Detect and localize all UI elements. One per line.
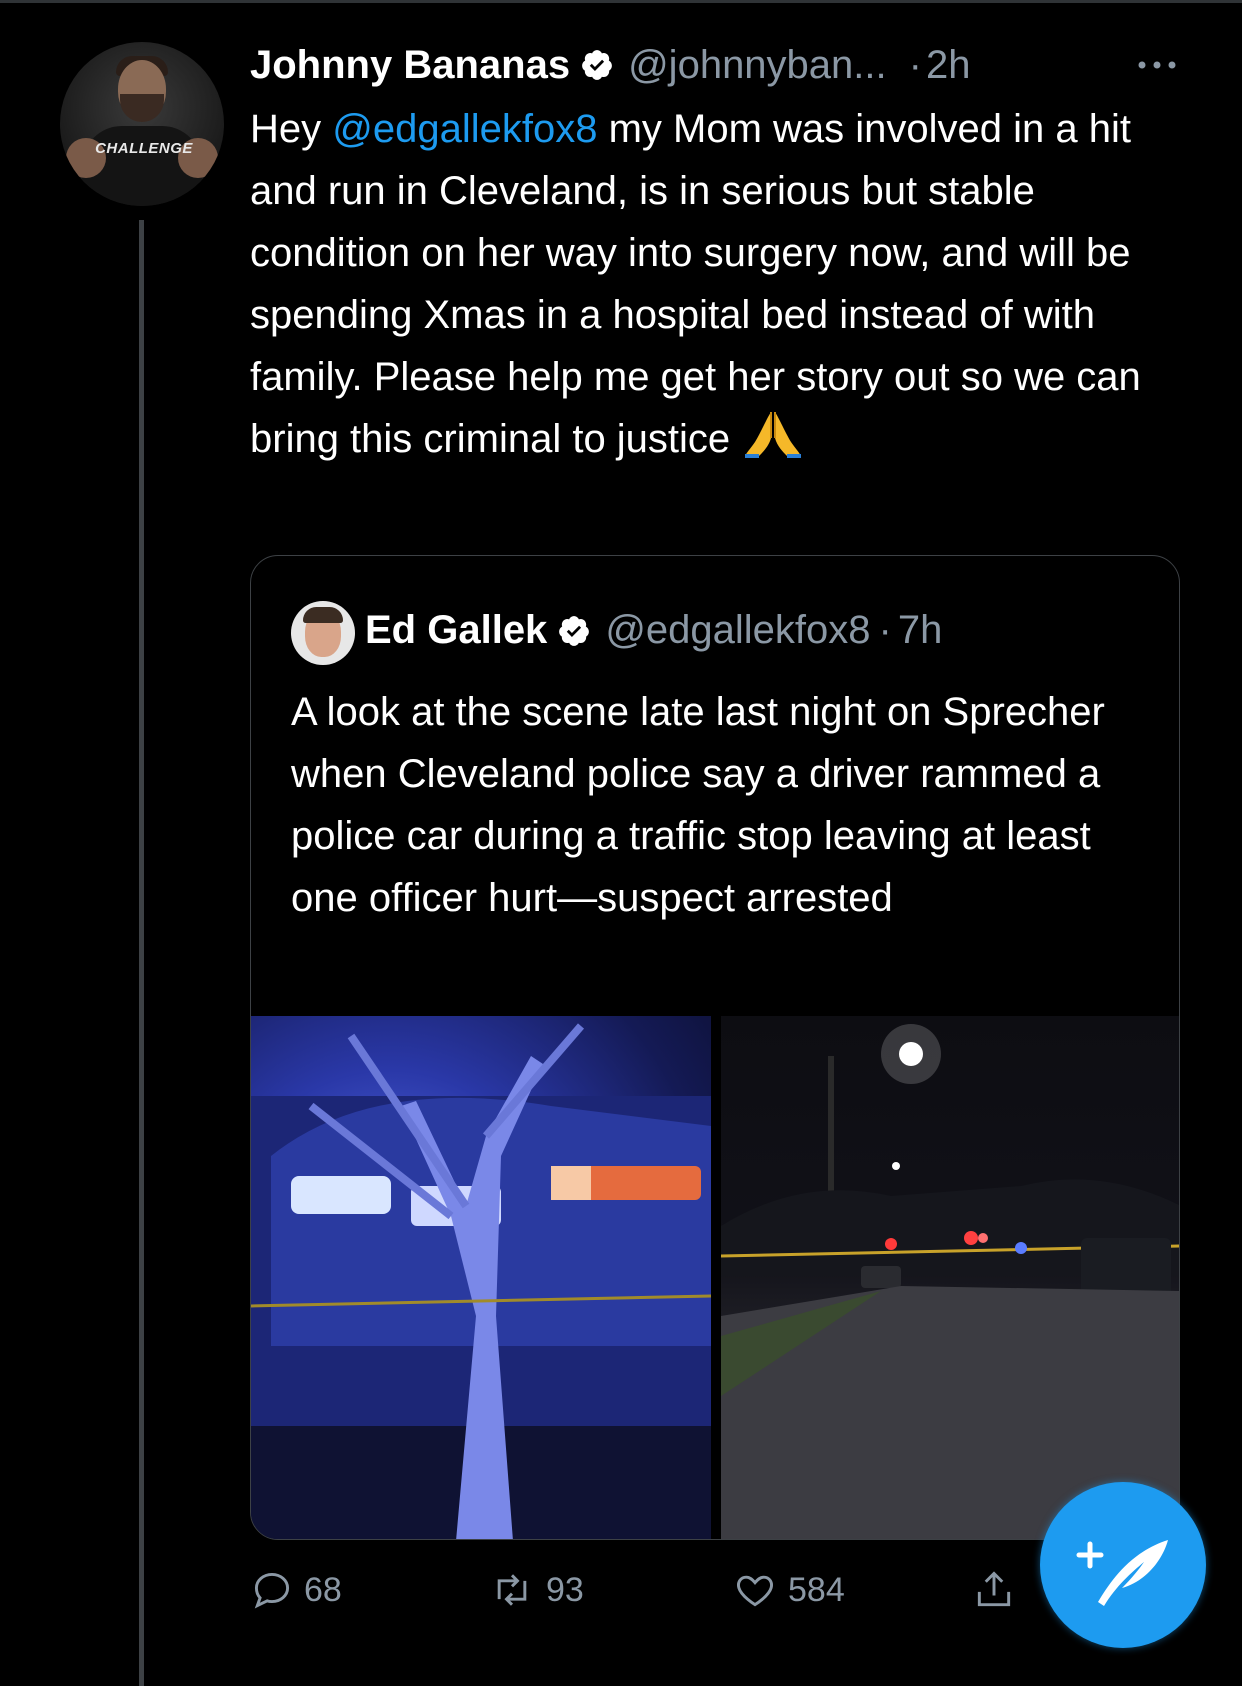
share-button[interactable] (972, 1565, 1016, 1615)
top-divider (0, 0, 1242, 3)
crashed-car-photo[interactable] (251, 1016, 711, 1539)
avatar-shirt-text: CHALLENGE (95, 140, 193, 157)
mention-link[interactable]: @edgallekfox8 (332, 107, 597, 151)
verified-badge-icon (559, 615, 590, 646)
separator-dot: · (908, 42, 922, 87)
separator-dot: · (878, 608, 892, 652)
tweet-time[interactable]: 2h (926, 43, 971, 88)
author-name[interactable]: Johnny Bananas (250, 43, 570, 88)
more-icon[interactable] (1132, 50, 1182, 80)
share-icon (977, 1571, 1011, 1607)
quoted-media-grid (251, 1016, 1179, 1539)
tweet-text-body: my Mom was involved in a hit and run in … (250, 107, 1141, 461)
folded-hands-icon (745, 412, 802, 458)
like-button[interactable]: 584 (732, 1565, 845, 1615)
retweet-icon (497, 1574, 527, 1606)
quoted-author-name[interactable]: Ed Gallek (365, 608, 547, 653)
reply-icon (254, 1572, 290, 1609)
tweet-body: Hey @edgallekfox8 my Mom was involved in… (250, 98, 1200, 470)
quoted-author-avatar[interactable] (291, 601, 355, 665)
heart-icon (737, 1575, 773, 1607)
reply-count: 68 (304, 1570, 342, 1609)
thread-connector-line (139, 220, 144, 1686)
compose-feather-icon (1076, 1540, 1168, 1606)
tweet-actions: 68 93 584 (250, 1565, 1070, 1615)
retweet-count: 93 (546, 1570, 584, 1609)
quoted-tweet-time: 7h (897, 608, 943, 652)
retweet-button[interactable]: 93 (488, 1565, 584, 1615)
quoted-author-handle[interactable]: @edgallekfox8 (605, 608, 870, 653)
reply-button[interactable]: 68 (250, 1565, 342, 1615)
quoted-tweet-text: A look at the scene late last night on S… (291, 690, 1105, 920)
verified-badge-icon (582, 50, 612, 80)
tweet-header: Johnny Bananas @johnnyban... · 2h (250, 40, 970, 90)
like-count: 584 (788, 1570, 845, 1609)
author-avatar[interactable]: CHALLENGE (60, 42, 224, 206)
street-scene-photo[interactable] (721, 1016, 1179, 1539)
compose-tweet-button[interactable] (1040, 1482, 1206, 1648)
author-handle[interactable]: @johnnyban... (628, 43, 887, 88)
quoted-tweet-header: Ed Gallek @edgallekfox8 · 7h (365, 608, 942, 653)
quoted-tweet-card[interactable]: Ed Gallek @edgallekfox8 · 7h A look at t… (250, 555, 1180, 1540)
tweet-text-prefix: Hey (250, 107, 333, 151)
